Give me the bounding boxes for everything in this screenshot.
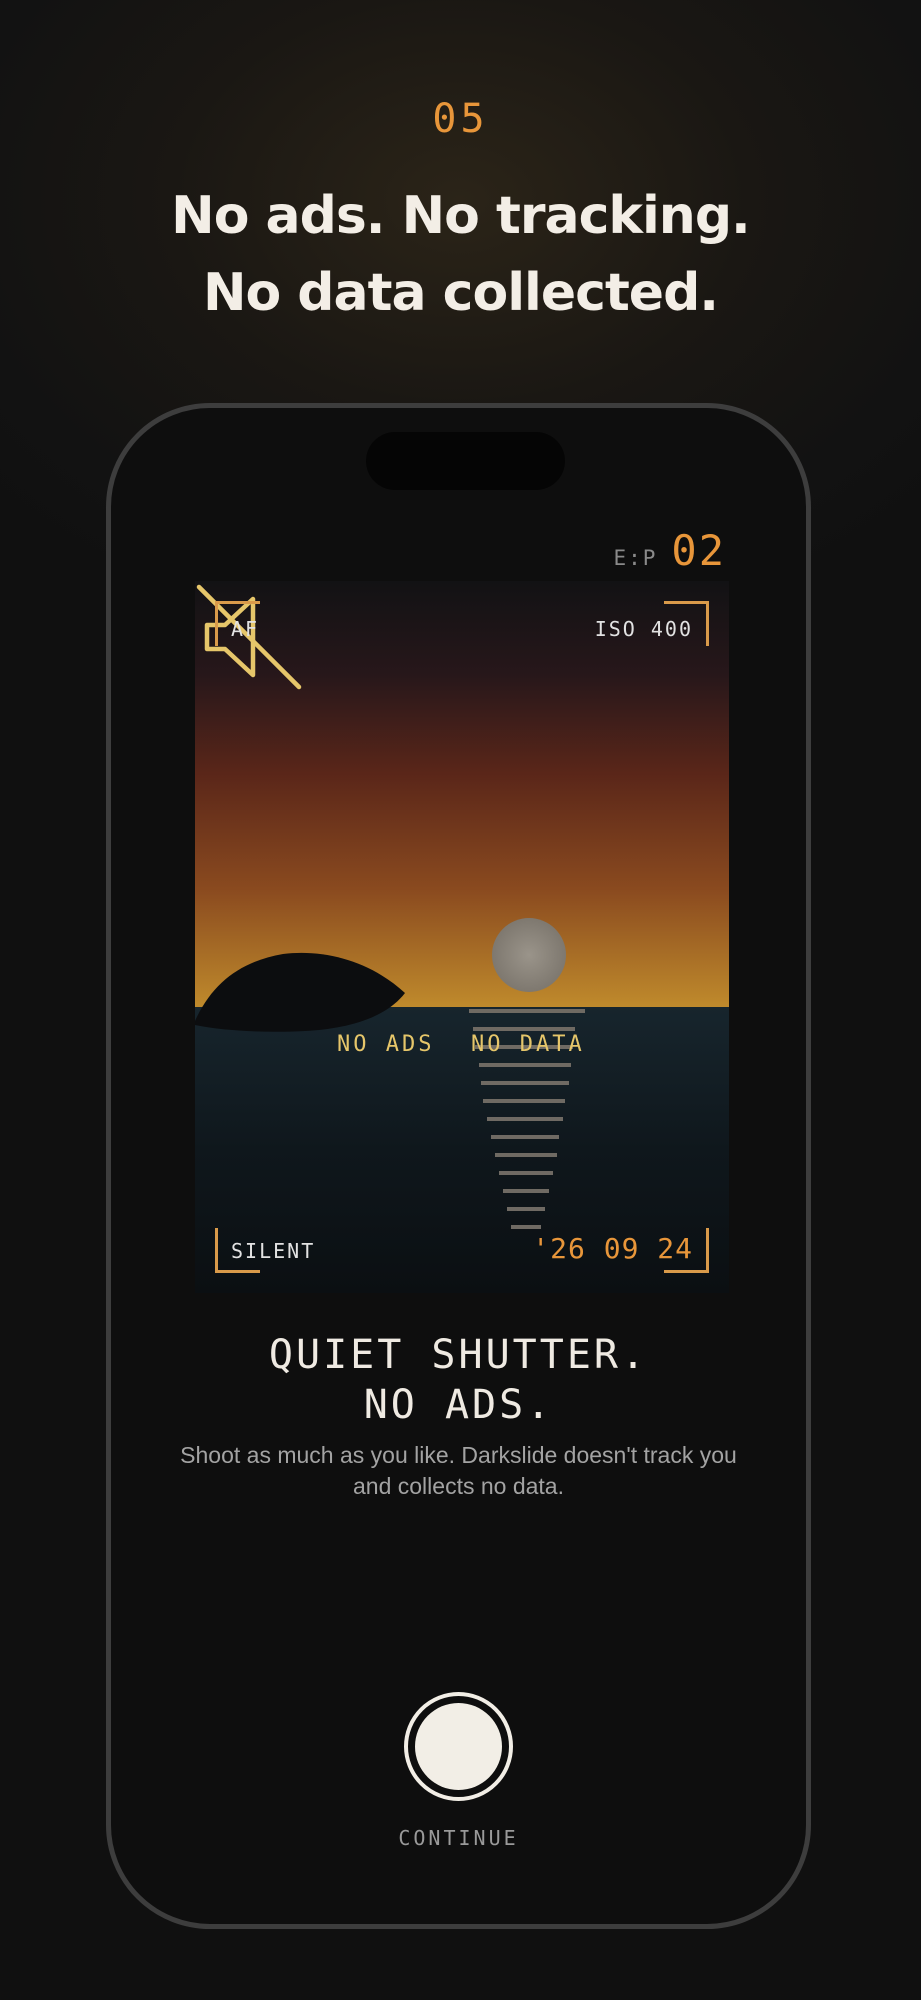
step-number: 05	[432, 96, 489, 142]
no-ads-tag: NO ADS	[337, 1032, 435, 1057]
card-title: QUIET SHUTTER. NO ADS.	[111, 1330, 806, 1430]
date-stamp: '26 09 24	[532, 1232, 693, 1265]
headline: No ads. No tracking. No data collected.	[0, 178, 921, 332]
focus-mode-label: AF	[231, 617, 260, 641]
exposure-counter: E:P 02	[613, 526, 726, 575]
card-title-line-2: NO ADS.	[363, 1382, 554, 1428]
no-data-tag: NO DATA	[471, 1032, 585, 1057]
sun	[492, 918, 566, 992]
shutter-button-inner	[415, 1703, 502, 1790]
viewfinder: AF ISO 400 SILENT '26 09 24 NO ADS NO DA…	[195, 581, 729, 1293]
card-description: Shoot as much as you like. Darkslide doe…	[180, 1442, 737, 1499]
phone-frame: E:P 02 AF ISO 400 SILENT '26 09 24 NO AD…	[106, 403, 811, 1929]
exposure-value: 02	[671, 526, 726, 575]
card-title-line-1: QUIET SHUTTER.	[268, 1332, 649, 1378]
headline-line-2: No data collected.	[202, 263, 719, 323]
silent-mode-label: SILENT	[231, 1239, 316, 1263]
iso-label: ISO 400	[594, 617, 693, 641]
headline-line-1: No ads. No tracking.	[171, 186, 751, 246]
shutter-button[interactable]	[404, 1692, 513, 1801]
exposure-label: E:P	[613, 546, 658, 570]
continue-label[interactable]: CONTINUE	[111, 1826, 806, 1850]
dynamic-island	[366, 432, 565, 490]
